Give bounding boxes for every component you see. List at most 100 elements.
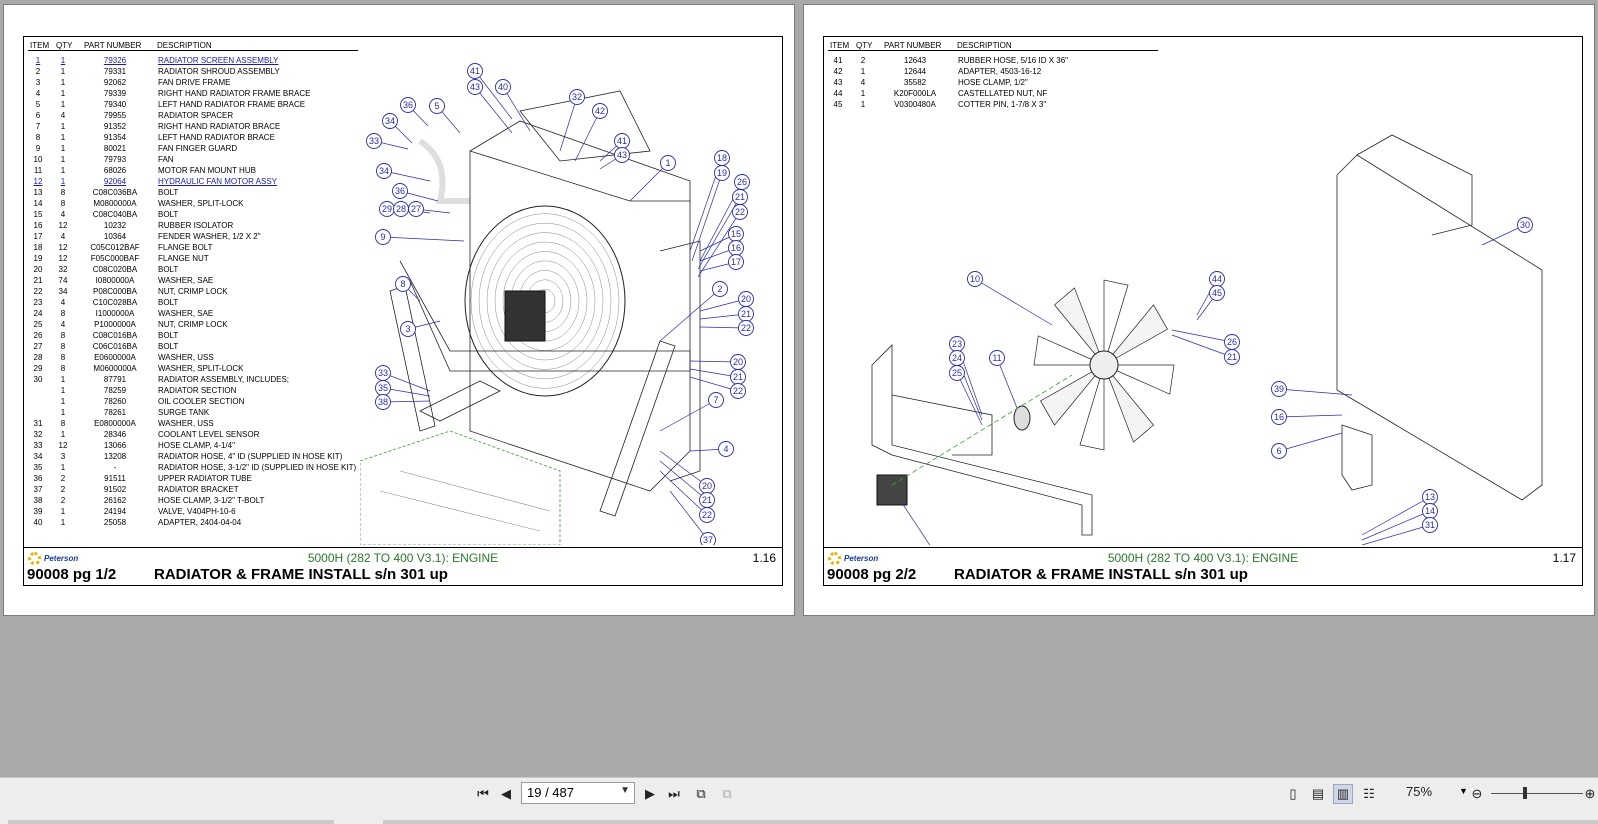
item-cell: 44 <box>833 89 843 98</box>
leader-line <box>1361 496 1431 536</box>
fan-hub <box>1089 350 1119 380</box>
two-page-view-icon[interactable]: ▥ <box>1333 784 1353 804</box>
part-number-cell: P1000000A <box>94 320 136 329</box>
zoom-in-icon[interactable]: ⊕ <box>1580 784 1598 804</box>
part-number-cell: C06C016BA <box>92 342 138 351</box>
copy-icon[interactable]: ⧉ <box>717 784 737 804</box>
description-cell[interactable]: HYDRAULIC FAN MOTOR ASSY <box>158 176 277 187</box>
qty-cell: 1 <box>60 122 66 131</box>
hydraulic-motor <box>876 474 908 506</box>
callout-label: 22 <box>733 386 743 396</box>
document-viewer: ITEM QTY PART NUMBER DESCRIPTION 1 1 79326… <box>0 0 1598 824</box>
item-cell: 25 <box>33 320 43 329</box>
two-page-continuous-view-icon[interactable]: ☷ <box>1359 784 1379 804</box>
qty-cell: 1 <box>60 89 66 98</box>
continuous-view-icon[interactable]: ▤ <box>1308 784 1328 804</box>
col-part-number: PART NUMBER <box>84 41 142 50</box>
qty-cell[interactable]: 1 <box>50 176 76 187</box>
description-cell[interactable]: RADIATOR SCREEN ASSEMBLY <box>158 55 278 66</box>
qty-cell: 4 <box>60 320 66 329</box>
item-cell: 35 <box>33 463 43 472</box>
horizontal-scrollbar[interactable] <box>8 820 334 824</box>
prev-page-icon[interactable]: ◀ <box>496 784 516 804</box>
callout-label: 18 <box>717 153 727 163</box>
leader-line <box>474 70 513 120</box>
zoom-level[interactable]: 75% <box>1406 784 1432 799</box>
description-cell: WASHER, USS <box>158 419 214 428</box>
description-cell: RADIATOR ASSEMBLY, INCLUDES; <box>158 375 290 384</box>
chevron-down-icon[interactable]: ▼ <box>620 785 630 796</box>
qty-cell[interactable]: 1 <box>50 55 76 66</box>
callout-label: 1 <box>665 158 670 168</box>
callout-label: 29 <box>382 204 392 214</box>
part-number-cell: 91502 <box>103 485 127 494</box>
callout-label: 21 <box>733 372 743 382</box>
part-number-cell: 25058 <box>103 518 127 527</box>
callout-label: 21 <box>1227 352 1237 362</box>
description-cell: CASTELLATED NUT, NF <box>958 89 1048 98</box>
item-cell: 7 <box>35 122 41 131</box>
single-page-view-icon[interactable]: ▯ <box>1283 784 1303 804</box>
callout-label: 36 <box>403 100 413 110</box>
description-cell: LEFT HAND RADIATOR BRACE <box>158 133 275 142</box>
part-number-cell: 10232 <box>103 221 127 230</box>
item-cell: 33 <box>33 441 43 450</box>
item-cell: 6 <box>35 111 41 120</box>
part-number-cell[interactable]: 79326 <box>78 55 152 66</box>
page-label: 90008 pg 2/2 <box>827 566 917 583</box>
callout-label: 6 <box>1276 446 1281 456</box>
description-cell: RIGHT HAND RADIATOR FRAME BRACE <box>158 89 311 98</box>
qty-cell: 4 <box>60 298 66 307</box>
last-page-icon[interactable]: ⏭ <box>664 784 684 804</box>
callout-label: 21 <box>735 192 745 202</box>
item-cell[interactable]: 1 <box>28 55 48 66</box>
zoom-slider[interactable] <box>1491 793 1583 794</box>
zoom-out-icon[interactable]: ⊖ <box>1467 784 1487 804</box>
next-page-icon[interactable]: ▶ <box>640 784 660 804</box>
callout-label: 38 <box>378 397 388 407</box>
part-number-cell: 79793 <box>103 155 127 164</box>
col-qty: QTY <box>56 41 73 50</box>
description-cell: HOSE CLAMP, 3-1/2" T-BOLT <box>158 496 265 505</box>
part-number-cell: C08C040BA <box>92 210 138 219</box>
qty-cell: 1 <box>60 397 66 406</box>
item-cell: 17 <box>33 232 43 241</box>
rotate-view-icon[interactable]: ⧉ <box>691 784 711 804</box>
item-cell: 39 <box>33 507 43 516</box>
page-frame: ITEM QTY PART NUMBER DESCRIPTION 41 2 1264… <box>823 36 1583 586</box>
description-cell: RADIATOR SECTION <box>158 386 237 395</box>
item-cell: 34 <box>33 452 43 461</box>
zoom-slider-handle[interactable] <box>1523 787 1527 799</box>
qty-cell: 1 <box>860 89 866 98</box>
callout-label: 31 <box>1425 520 1435 530</box>
leader-line <box>574 110 601 162</box>
qty-cell: 4 <box>60 232 66 241</box>
callout-label: 14 <box>1425 506 1435 516</box>
qty-cell: 12 <box>58 254 68 263</box>
part-number-cell: M0800000A <box>93 199 137 208</box>
part-number-cell: 24194 <box>103 507 127 516</box>
part-number-cell[interactable]: 92064 <box>78 176 152 187</box>
item-cell: 4 <box>35 89 41 98</box>
callout-label: 33 <box>369 136 379 146</box>
leader-line <box>1278 414 1343 418</box>
part-number-cell: C08C036BA <box>92 188 138 197</box>
qty-cell: 8 <box>60 342 66 351</box>
description-cell: BOLT <box>158 342 179 351</box>
page-number-input[interactable]: 19 / 487 ▼ <box>521 782 635 804</box>
qty-cell: 1 <box>60 408 66 417</box>
qty-cell: 34 <box>58 287 68 296</box>
description-cell: OIL COOLER SECTION <box>158 397 245 406</box>
part-number-cell: E0800000A <box>94 419 136 428</box>
item-cell[interactable]: 12 <box>28 176 48 187</box>
leader-line <box>1361 524 1431 545</box>
callout-label: 8 <box>400 279 405 289</box>
first-page-icon[interactable]: ⏮ <box>473 784 493 804</box>
qty-cell: 32 <box>58 265 68 274</box>
description-cell: BOLT <box>158 188 179 197</box>
page-label: 90008 pg 1/2 <box>27 566 117 583</box>
callout-label: 22 <box>741 323 751 333</box>
horizontal-scrollbar-track[interactable] <box>383 820 1598 824</box>
part-number-cell: - <box>113 463 117 472</box>
callout-label: 34 <box>385 116 395 126</box>
